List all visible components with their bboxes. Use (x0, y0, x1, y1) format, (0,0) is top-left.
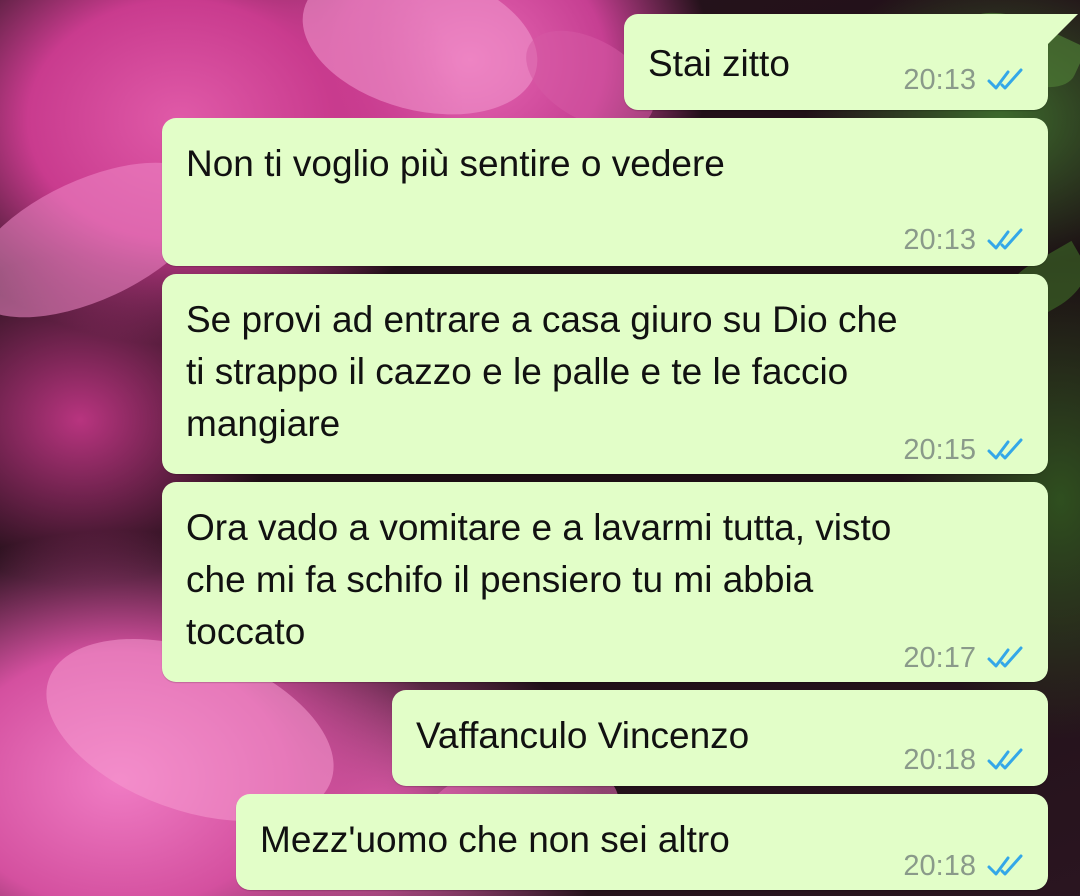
double-check-icon (987, 748, 1023, 770)
message-bubble-outgoing[interactable]: Se provi ad entrare a casa giuro su Dio … (162, 274, 1048, 474)
message-meta: 20:17 (903, 632, 1026, 684)
message-time: 20:18 (903, 850, 976, 882)
message-text: Se provi ad entrare a casa giuro su Dio … (186, 299, 898, 444)
message-bubble-outgoing[interactable]: Non ti voglio più sentire o vedere 20:13 (162, 118, 1048, 266)
double-check-icon (987, 646, 1023, 668)
message-time: 20:13 (903, 64, 976, 96)
message-text: Stai zitto (648, 43, 790, 84)
message-time: 20:13 (903, 224, 976, 256)
message-meta: 20:15 (903, 424, 1026, 476)
message-bubble-outgoing[interactable]: Vaffanculo Vincenzo 20:18 (392, 690, 1048, 786)
message-time: 20:18 (903, 744, 976, 776)
message-text: Mezz'uomo che non sei altro (260, 819, 730, 860)
bubble-tail (1044, 14, 1078, 48)
message-meta: 20:13 (903, 54, 1026, 106)
double-check-icon (987, 228, 1023, 250)
double-check-icon (987, 854, 1023, 876)
message-meta: 20:13 (903, 214, 1026, 266)
message-meta: 20:18 (903, 840, 1026, 892)
message-meta: 20:18 (903, 734, 1026, 786)
double-check-icon (987, 68, 1023, 90)
message-text: Vaffanculo Vincenzo (416, 715, 750, 756)
message-text: Ora vado a vomitare e a lavarmi tutta, v… (186, 507, 892, 652)
double-check-icon (987, 438, 1023, 460)
message-text: Non ti voglio più sentire o vedere (186, 143, 725, 184)
message-bubble-outgoing[interactable]: Stai zitto 20:13 (624, 14, 1078, 110)
message-time: 20:15 (903, 434, 976, 466)
message-bubble-outgoing[interactable]: Ora vado a vomitare e a lavarmi tutta, v… (162, 482, 1048, 682)
message-time: 20:17 (903, 642, 976, 674)
message-bubble-outgoing[interactable]: Mezz'uomo che non sei altro 20:18 (236, 794, 1048, 890)
